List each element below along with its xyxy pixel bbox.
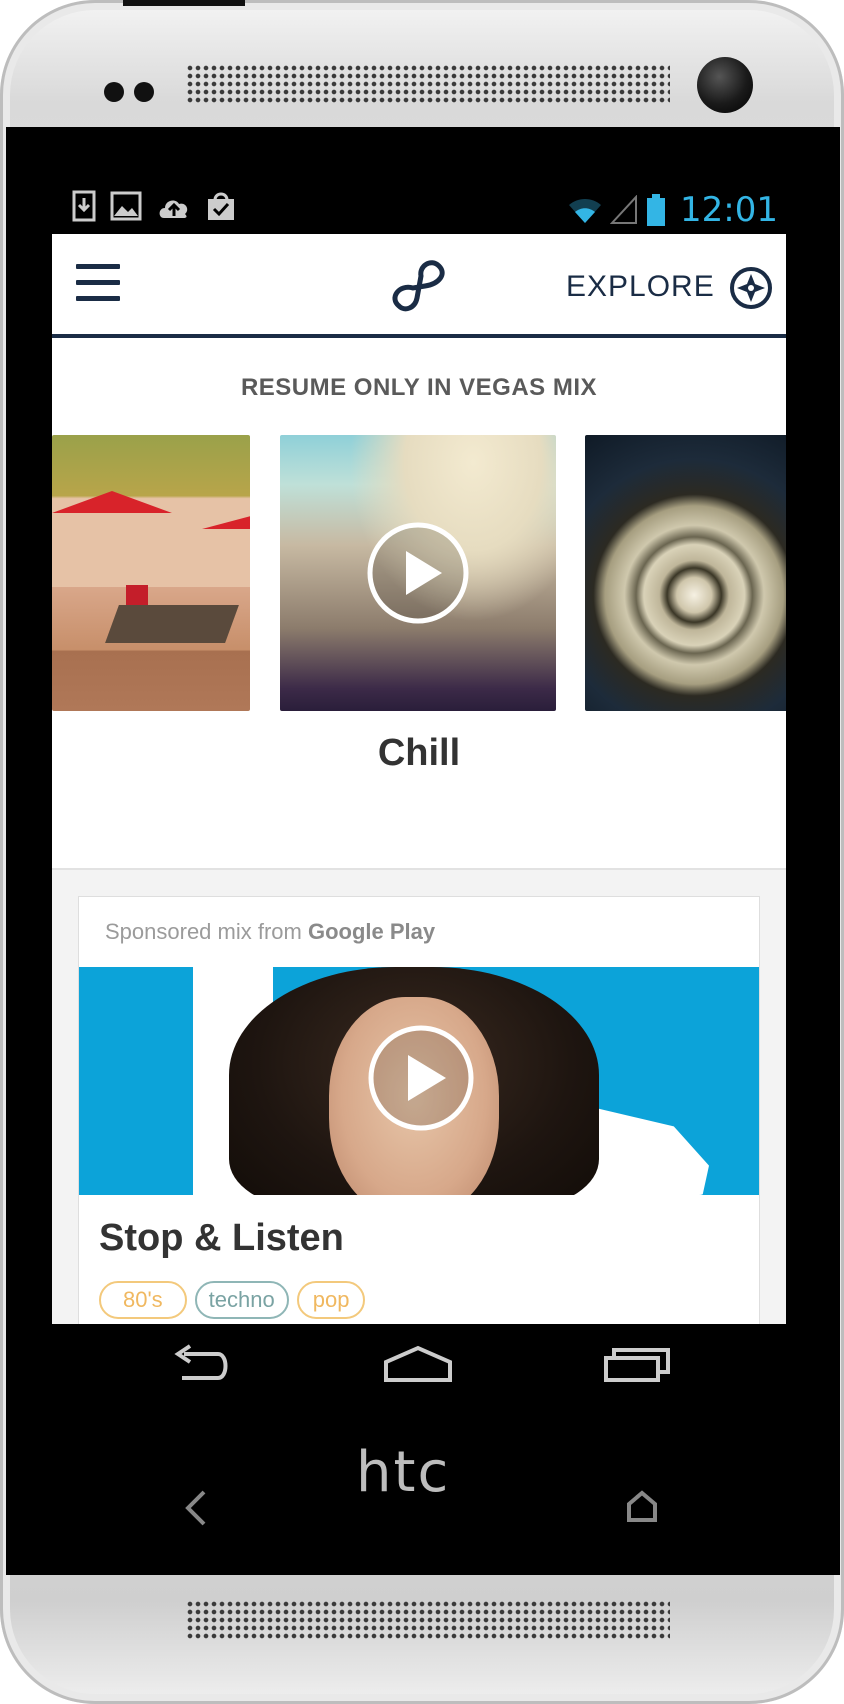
resume-heading: RESUME ONLY IN VEGAS MIX — [240, 374, 598, 401]
tag-80s[interactable]: 80's — [99, 1281, 187, 1319]
play-icon[interactable] — [366, 1023, 476, 1133]
top-speaker-grille — [186, 64, 670, 104]
android-nav-bar — [52, 1324, 786, 1420]
compass-icon[interactable] — [729, 266, 773, 310]
front-camera — [697, 57, 753, 113]
app-bar: EXPLORE — [52, 234, 786, 338]
wifi-icon — [569, 199, 602, 223]
mix-cover-current[interactable] — [280, 435, 556, 711]
hamburger-menu-icon[interactable] — [76, 264, 120, 304]
sponsored-label: Sponsored mix from Google Play — [105, 919, 435, 945]
cushion-decor — [126, 585, 148, 605]
battery-icon — [647, 194, 666, 226]
current-mix-title[interactable]: Chill — [52, 732, 786, 775]
bottom-speaker-grille — [186, 1600, 670, 1640]
sponsored-mix-card[interactable]: Sponsored mix from Google Play Stop & Li… — [78, 896, 760, 1324]
signal-icon — [610, 195, 638, 224]
home-icon[interactable] — [382, 1344, 454, 1384]
recent-apps-icon[interactable] — [602, 1344, 672, 1384]
hardware-home-icon[interactable] — [626, 1490, 658, 1524]
hardware-back-icon[interactable] — [184, 1488, 208, 1528]
back-icon[interactable] — [170, 1344, 236, 1384]
tag-list: 80's techno pop — [99, 1281, 366, 1319]
hardware-button-row: htc — [6, 1440, 840, 1560]
explore-link[interactable]: EXPLORE — [566, 270, 715, 304]
htc-logo: htc — [356, 1440, 451, 1505]
proximity-sensors — [104, 82, 164, 107]
play-icon[interactable] — [366, 521, 470, 625]
sponsored-prefix: Sponsored mix from — [105, 919, 302, 944]
status-bar: 12:01 — [52, 186, 786, 234]
umbrella-decor — [202, 513, 250, 529]
8tracks-logo-icon[interactable] — [389, 258, 449, 316]
sponsored-mix-artwork[interactable] — [79, 967, 759, 1195]
shopping-bag-check-icon — [208, 192, 234, 220]
sponsor-name: Google Play — [307, 919, 436, 944]
tag-techno[interactable]: techno — [194, 1281, 289, 1319]
mix-cover-next[interactable] — [585, 435, 786, 711]
mix-cover-previous[interactable] — [52, 435, 250, 711]
app-screen: EXPLORE RESUME ONLY IN VEGAS MIX Chill S… — [52, 234, 786, 1324]
lounger-decor — [105, 605, 239, 643]
cloud-upload-icon — [159, 200, 188, 218]
umbrella-decor — [52, 491, 172, 513]
sponsored-mix-title[interactable]: Stop & Listen — [99, 1217, 344, 1260]
image-icon — [110, 191, 142, 221]
tag-pop[interactable]: pop — [296, 1281, 366, 1319]
phone-top-edge — [123, 0, 245, 6]
status-clock: 12:01 — [680, 190, 778, 230]
download-icon — [72, 190, 96, 222]
phone-frame: 12:01 EXPLORE RESUME ONLY IN VEGAS MIX C… — [0, 0, 844, 1704]
